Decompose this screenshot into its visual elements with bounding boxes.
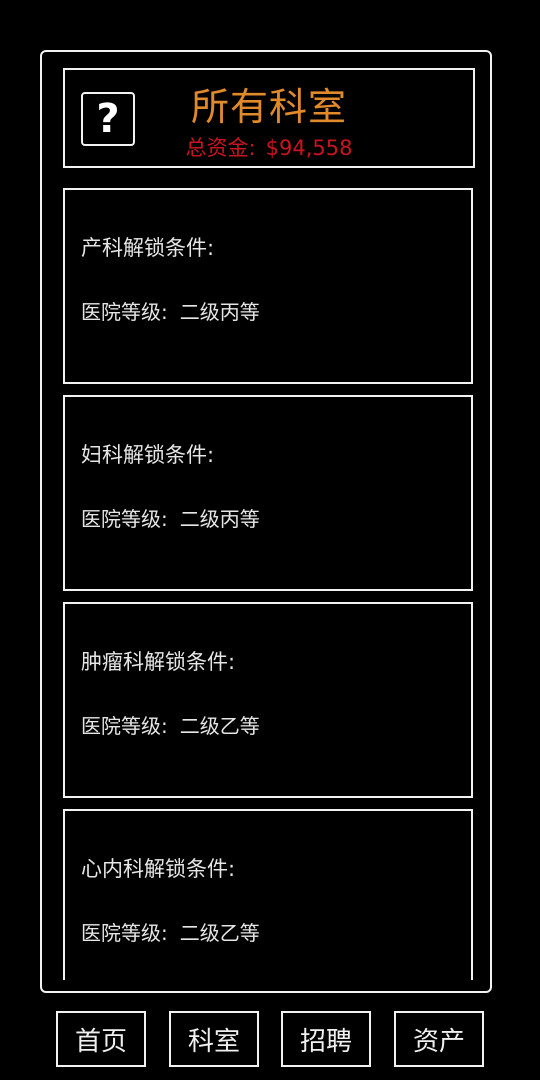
total-funds-value: $94,558	[265, 136, 353, 160]
requirement-label: 医院等级:	[81, 300, 168, 324]
nav-home-button[interactable]: 首页	[56, 1011, 146, 1067]
departments-panel: ? 所有科室 总资金: $94,558 产科解锁条件: 医院等级: 二级丙等 妇科解…	[40, 50, 492, 993]
department-unlock-title: 妇科解锁条件:	[81, 443, 215, 467]
department-unlock-title: 心内科解锁条件:	[81, 857, 236, 881]
department-requirement: 医院等级: 二级乙等	[81, 710, 260, 739]
nav-departments-button[interactable]: 科室	[169, 1011, 259, 1067]
requirement-value: 二级乙等	[179, 714, 260, 738]
nav-recruit-button[interactable]: 招聘	[281, 1011, 371, 1067]
department-requirement: 医院等级: 二级丙等	[81, 503, 260, 532]
requirement-value: 二级丙等	[179, 300, 260, 324]
department-requirement: 医院等级: 二级丙等	[81, 296, 260, 325]
department-card-cardiology[interactable]: 心内科解锁条件: 医院等级: 二级乙等	[63, 809, 473, 980]
nav-assets-button[interactable]: 资产	[394, 1011, 484, 1067]
total-funds-label: 总资金:	[185, 136, 256, 160]
requirement-label: 医院等级:	[81, 921, 168, 945]
department-list[interactable]: 产科解锁条件: 医院等级: 二级丙等 妇科解锁条件: 医院等级: 二级丙等 肿瘤科解…	[63, 188, 473, 980]
requirement-label: 医院等级:	[81, 507, 168, 531]
page-title: 所有科室	[190, 85, 347, 129]
department-card-gynecology[interactable]: 妇科解锁条件: 医院等级: 二级丙等	[63, 395, 473, 591]
department-card-obstetrics[interactable]: 产科解锁条件: 医院等级: 二级丙等	[63, 188, 473, 384]
department-requirement: 医院等级: 二级乙等	[81, 917, 260, 946]
total-funds: 总资金: $94,558	[65, 132, 473, 162]
department-unlock-title: 肿瘤科解锁条件:	[81, 650, 236, 674]
panel-header: ? 所有科室 总资金: $94,558	[63, 68, 475, 168]
department-card-oncology[interactable]: 肿瘤科解锁条件: 医院等级: 二级乙等	[63, 602, 473, 798]
requirement-value: 二级乙等	[179, 921, 260, 945]
requirement-label: 医院等级:	[81, 714, 168, 738]
requirement-value: 二级丙等	[179, 507, 260, 531]
department-unlock-title: 产科解锁条件:	[81, 236, 215, 260]
